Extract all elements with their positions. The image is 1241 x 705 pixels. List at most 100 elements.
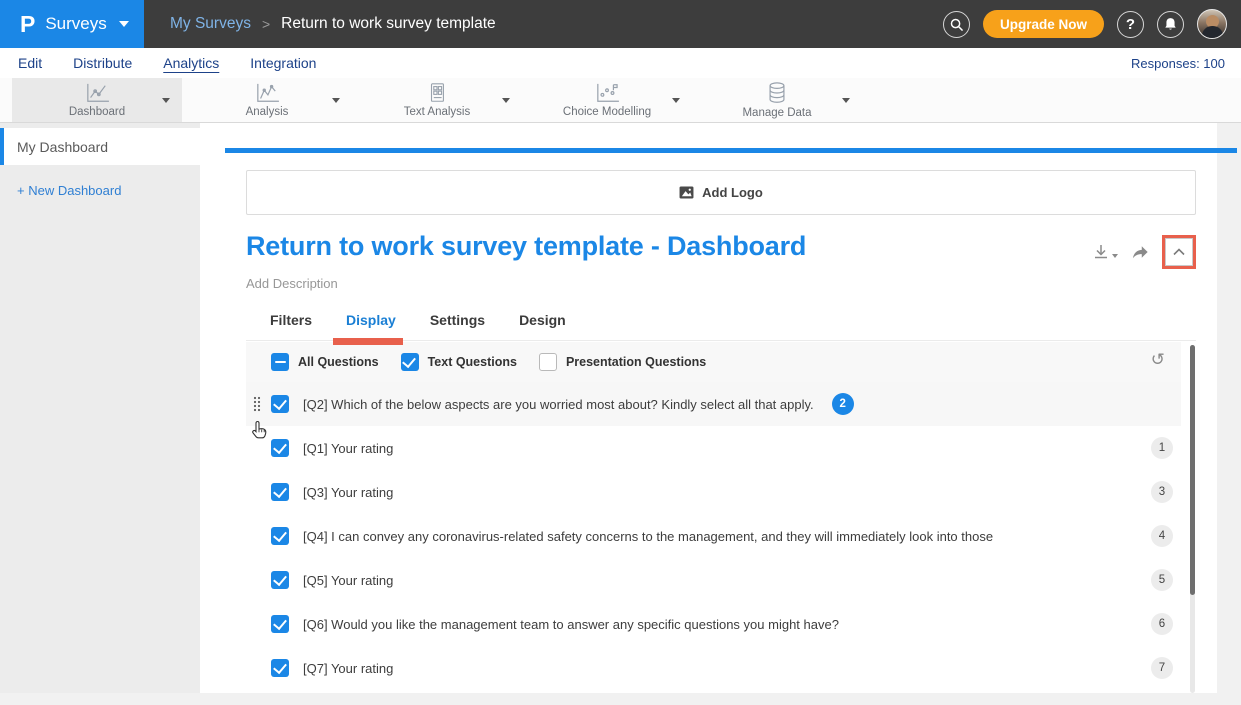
breadcrumb-current-survey: Return to work survey template [281,15,496,33]
breadcrumb: My Surveys > Return to work survey templ… [170,15,496,33]
dashboard-chart-icon [83,82,111,104]
question-checkbox[interactable] [271,527,289,545]
breadcrumb-my-surveys[interactable]: My Surveys [170,15,251,33]
question-order-badge: 6 [1151,613,1173,635]
tab-filters[interactable]: Filters [270,312,312,341]
question-text: [Q3] Your rating [303,485,393,500]
question-row[interactable]: [Q4] I can convey any coronavirus-relate… [246,514,1181,558]
dashboard-content: Add Logo Return to work survey template … [246,123,1196,690]
question-order-badge: 1 [1151,437,1173,459]
question-text: [Q2] Which of the below aspects are you … [303,397,814,412]
dashboard-sidebar: My Dashboard + New Dashboard [0,123,200,705]
nav-analytics[interactable]: Analytics [163,55,219,71]
download-button[interactable] [1093,244,1118,261]
app-switcher[interactable]: P Surveys [0,0,144,48]
toolbar-dashboard[interactable]: Dashboard [12,78,182,122]
question-row[interactable]: [Q1] Your rating 1 [246,426,1181,470]
question-list-scrollbar[interactable] [1190,345,1195,693]
scrollbar-thumb[interactable] [1190,345,1195,595]
analytics-toolbar: Dashboard Analysis Text Analysis Choice … [0,78,1241,123]
question-order-badge: 2 [832,393,854,415]
question-text: [Q6] Would you like the management team … [303,617,839,632]
text-questions-checkbox[interactable] [401,353,419,371]
top-header: P Surveys My Surveys > Return to work su… [0,0,1241,48]
chevron-down-icon[interactable] [502,98,510,103]
survey-nav: Edit Distribute Analytics Integration Re… [0,48,1241,78]
question-row[interactable]: [Q7] Your rating 7 [246,646,1181,690]
question-order-badge: 7 [1151,657,1173,679]
title-actions [1093,235,1196,269]
filter-all-questions[interactable]: All Questions [271,353,379,371]
question-text: [Q7] Your rating [303,661,393,676]
question-text: [Q5] Your rating [303,573,393,588]
toolbar-text-analysis[interactable]: Text Analysis [352,78,522,122]
notifications-button[interactable] [1157,11,1184,38]
toolbar-manage-data[interactable]: Manage Data [692,78,862,122]
nav-edit[interactable]: Edit [18,55,42,71]
app-name: Surveys [45,14,106,34]
nav-integration[interactable]: Integration [250,55,316,71]
responses-count[interactable]: Responses: 100 [1131,56,1225,71]
question-checkbox[interactable] [271,659,289,677]
user-avatar[interactable] [1197,9,1227,39]
question-checkbox[interactable] [271,439,289,457]
upgrade-now-button[interactable]: Upgrade Now [983,10,1104,38]
title-row: Return to work survey template - Dashboa… [246,231,1196,269]
reset-order-button[interactable]: ↺ [1151,350,1165,370]
header-actions: Upgrade Now ? [943,9,1241,39]
question-text: [Q4] I can convey any coronavirus-relate… [303,529,993,544]
question-list: [Q2] Which of the below aspects are you … [246,382,1181,690]
presentation-questions-checkbox[interactable] [539,353,557,371]
collapse-header-button[interactable] [1165,238,1193,266]
question-type-filter-row: All Questions Text Questions Presentatio… [246,342,1181,382]
filter-label: All Questions [298,355,379,369]
chevron-down-icon[interactable] [162,98,170,103]
toolbar-item-label: Analysis [246,106,289,118]
analysis-chart-icon [253,82,281,104]
drag-handle-icon[interactable] [253,396,261,412]
question-checkbox[interactable] [271,571,289,589]
image-icon [679,186,694,199]
new-dashboard-button[interactable]: + New Dashboard [0,165,200,198]
help-button[interactable]: ? [1117,11,1144,38]
all-questions-checkbox[interactable] [271,353,289,371]
breadcrumb-separator: > [262,16,270,32]
filter-label: Text Questions [428,355,517,369]
chevron-down-icon[interactable] [672,98,680,103]
question-checkbox[interactable] [271,483,289,501]
toolbar-choice-modelling[interactable]: Choice Modelling [522,78,692,122]
chevron-up-icon [1173,248,1185,256]
chevron-down-icon [119,21,129,27]
question-row[interactable]: [Q5] Your rating 5 [246,558,1181,602]
filter-text-questions[interactable]: Text Questions [401,353,517,371]
add-logo-button[interactable]: Add Logo [246,170,1196,215]
nav-distribute[interactable]: Distribute [73,55,132,71]
tab-settings[interactable]: Settings [430,312,485,341]
question-row[interactable]: [Q3] Your rating 3 [246,470,1181,514]
page-title[interactable]: Return to work survey template - Dashboa… [246,231,1093,262]
share-arrow-icon [1131,244,1149,260]
sidebar-item-my-dashboard[interactable]: My Dashboard [0,128,200,165]
question-row[interactable]: [Q2] Which of the below aspects are you … [246,382,1181,426]
filter-presentation-questions[interactable]: Presentation Questions [539,353,706,371]
search-button[interactable] [943,11,970,38]
question-order-badge: 3 [1151,481,1173,503]
chevron-down-icon[interactable] [842,98,850,103]
toolbar-item-label: Text Analysis [404,106,470,118]
dashboard-tabs: Filters Display Settings Design [246,312,1196,341]
question-checkbox[interactable] [271,395,289,413]
add-description-field[interactable]: Add Description [246,276,1196,291]
bottom-gutter [0,693,1241,705]
search-icon [950,18,963,31]
question-checkbox[interactable] [271,615,289,633]
annotation-highlight-underline [333,338,403,345]
question-row[interactable]: [Q6] Would you like the management team … [246,602,1181,646]
chevron-down-icon[interactable] [332,98,340,103]
toolbar-item-label: Manage Data [742,107,811,119]
share-button[interactable] [1131,244,1149,260]
add-logo-label: Add Logo [702,185,763,200]
tab-design[interactable]: Design [519,312,566,341]
toolbar-analysis[interactable]: Analysis [182,78,352,122]
database-icon [765,81,789,105]
tab-display[interactable]: Display [346,312,396,341]
